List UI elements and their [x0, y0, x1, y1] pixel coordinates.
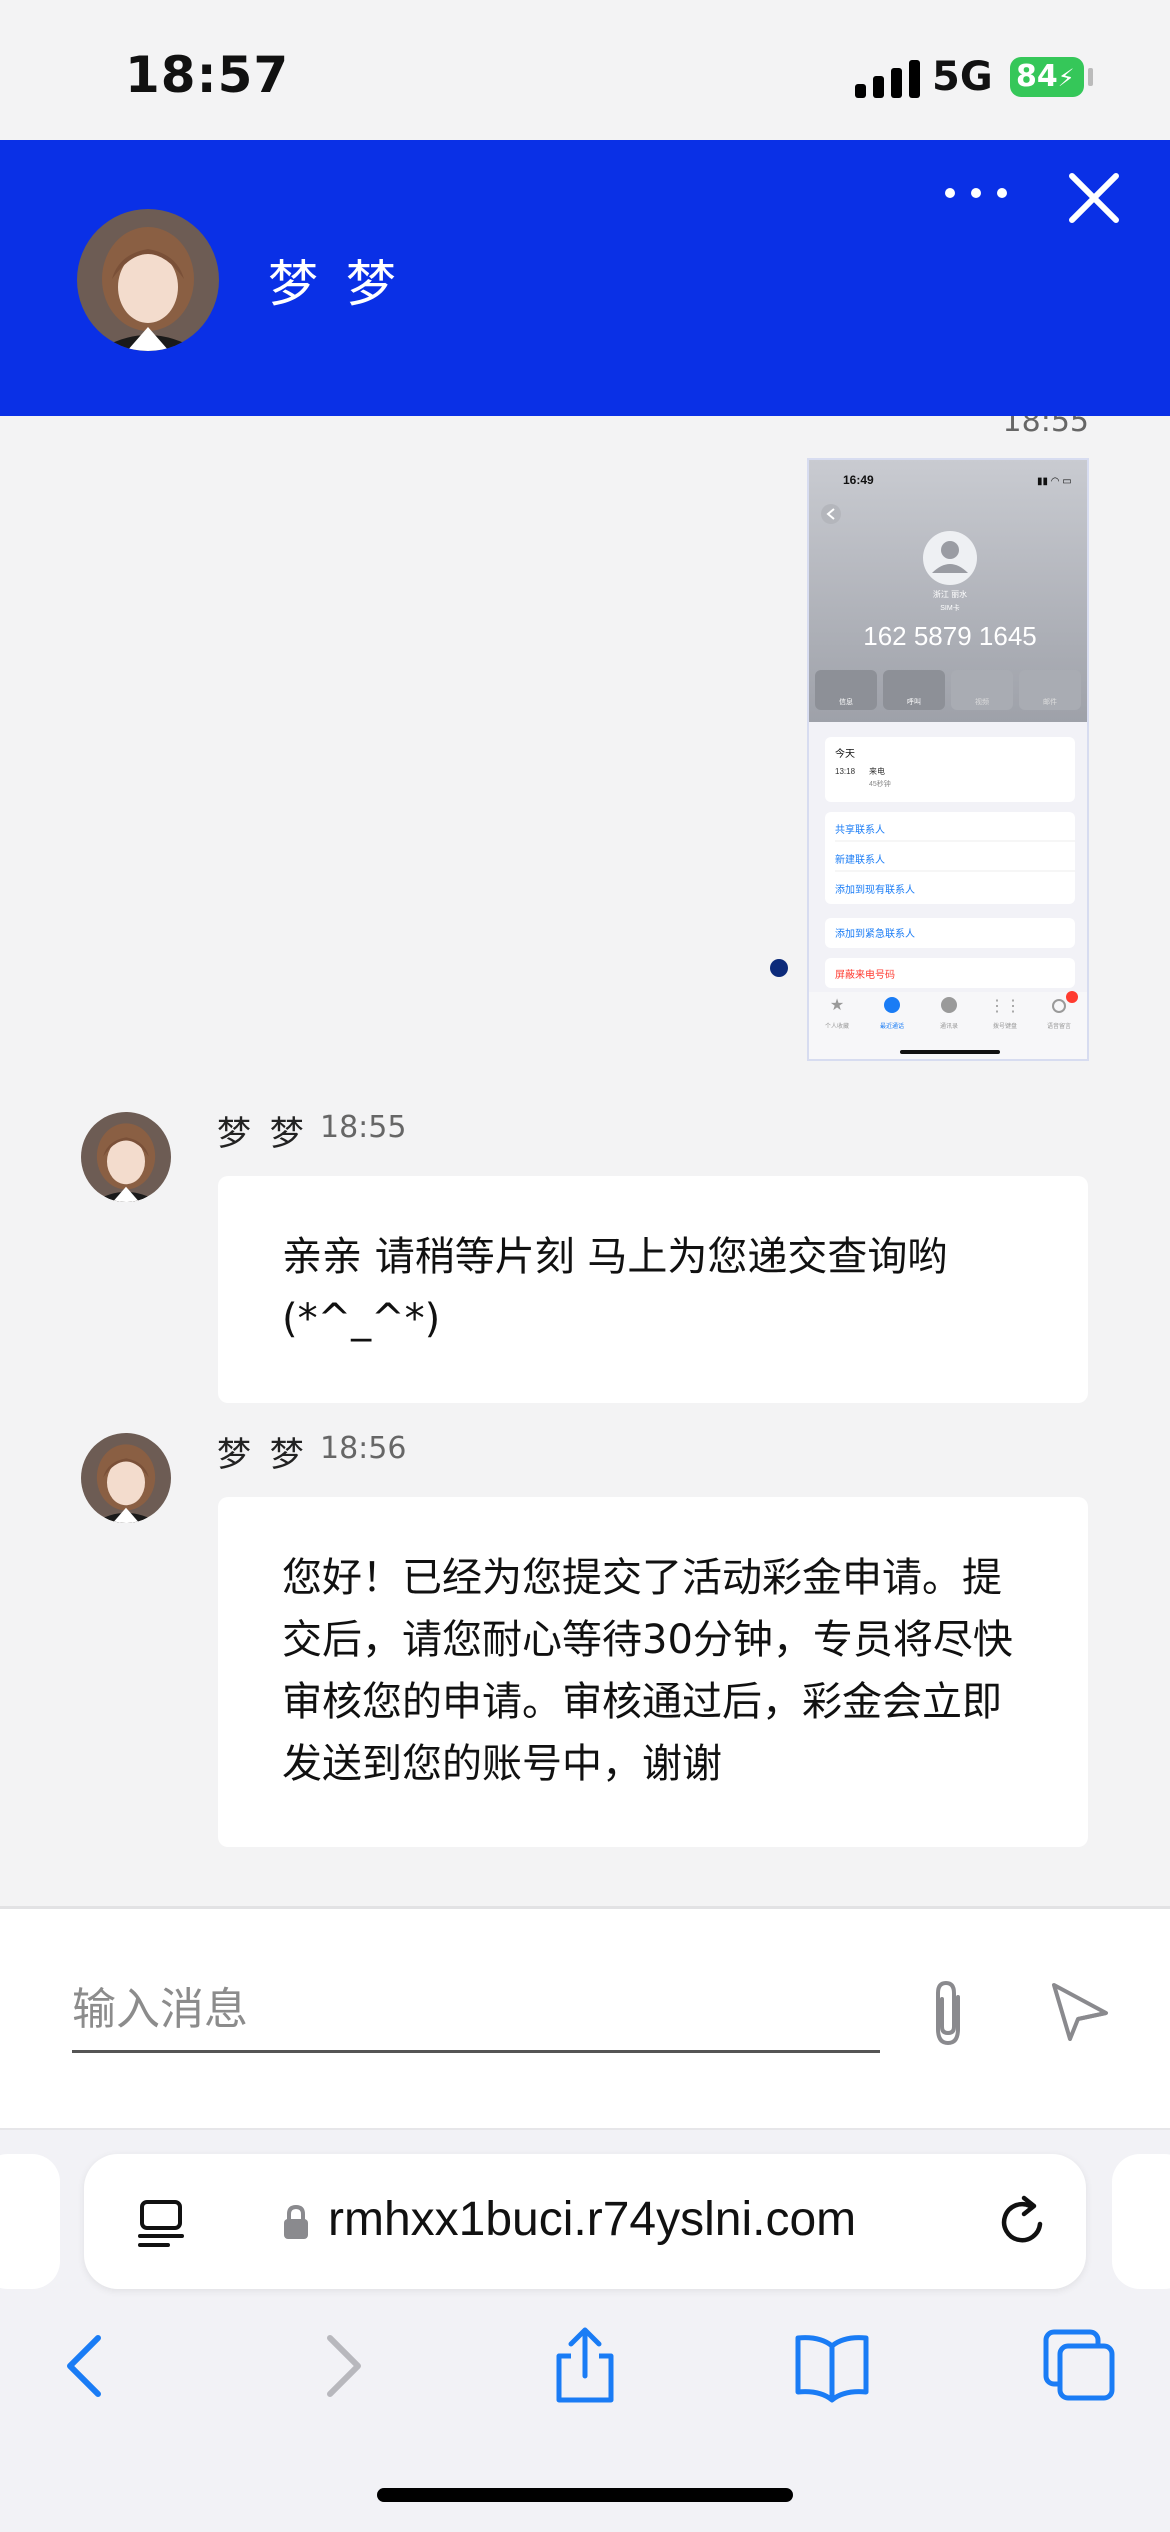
message-input[interactable]	[72, 1969, 880, 2053]
status-time: 18:57	[125, 46, 290, 104]
shot-tab: 拨号键盘	[993, 1022, 1017, 1030]
shot-emergency: 添加到紧急联系人	[835, 927, 915, 940]
sender-avatar[interactable]	[81, 1112, 171, 1202]
back-icon[interactable]	[48, 2326, 128, 2406]
shot-action: 视频	[975, 697, 989, 706]
battery-level: 84	[1016, 59, 1058, 94]
share-icon[interactable]	[545, 2326, 625, 2406]
home-indicator[interactable]	[377, 2488, 793, 2502]
message-composer	[0, 1906, 1170, 2128]
shot-block: 屏蔽来电号码	[835, 968, 895, 981]
lock-icon	[284, 2204, 308, 2239]
shot-call-time: 13:18	[835, 767, 856, 776]
shot-call-duration: 45秒钟	[869, 779, 891, 788]
reader-icon[interactable]	[136, 2198, 186, 2248]
shot-tab: 通讯录	[940, 1022, 958, 1030]
message-time: 18:55	[320, 1110, 407, 1145]
address-bar[interactable]: rmhxx1buci.r74yslni.com	[84, 2154, 1086, 2289]
previous-tab-preview[interactable]	[0, 2154, 60, 2289]
message-bubble[interactable]: 您好！已经为您提交了活动彩金申请。提交后，请您耐心等待30分钟，专员将尽快审核您…	[218, 1497, 1088, 1847]
message-time: 18:56	[320, 1431, 407, 1466]
browser-toolbar: rmhxx1buci.r74yslni.com	[0, 2128, 1170, 2532]
sender-name: 梦 梦	[217, 1114, 308, 1154]
forward-icon[interactable]	[300, 2326, 380, 2406]
shot-link: 新建联系人	[835, 853, 885, 866]
shot-link: 添加到现有联系人	[835, 883, 915, 896]
bookmarks-icon[interactable]	[792, 2326, 872, 2406]
shot-sim: SIM卡	[940, 603, 959, 612]
url-text[interactable]: rmhxx1buci.r74yslni.com	[328, 2192, 856, 2247]
message-bubble[interactable]: 亲亲 请稍等片刻 马上为您递交查询哟(*^_^*)	[218, 1176, 1088, 1403]
shot-action: 邮件	[1043, 697, 1057, 706]
message-timestamp: 18:55	[1002, 416, 1089, 439]
shot-call-type: 来电	[869, 766, 885, 776]
read-status-dot	[770, 959, 788, 977]
shot-phone: 162 5879 1645	[863, 621, 1037, 651]
more-icon[interactable]	[945, 178, 1007, 208]
reload-icon[interactable]	[994, 2194, 1050, 2250]
shot-tab: 语音留言	[1047, 1022, 1071, 1030]
battery-tip	[1088, 68, 1093, 86]
shot-link: 共享联系人	[835, 823, 885, 836]
contact-name: 梦 梦	[268, 255, 402, 313]
message-list[interactable]: 18:55 16:49 ▮▮ ◠ ▭ 浙江 丽水 SIM卡 162 5879 1…	[0, 416, 1170, 1906]
sender-name: 梦 梦	[217, 1435, 308, 1475]
close-icon[interactable]	[1066, 170, 1122, 226]
signal-icon	[855, 58, 920, 98]
network-label: 5G	[932, 54, 993, 100]
shot-status-icons: ▮▮ ◠ ▭	[1037, 476, 1072, 487]
tabs-icon[interactable]	[1040, 2326, 1120, 2406]
chat-header: 梦 梦	[0, 140, 1170, 416]
svg-text:★: ★	[830, 997, 844, 1014]
shot-time: 16:49	[843, 473, 874, 487]
shot-today: 今天	[835, 747, 855, 760]
contact-avatar[interactable]	[77, 209, 219, 351]
shot-tab: 最近通话	[880, 1022, 904, 1030]
paperclip-icon[interactable]	[920, 1977, 976, 2049]
send-icon[interactable]	[1048, 1979, 1110, 2041]
battery-icon: 84⚡	[1010, 57, 1084, 97]
sender-avatar[interactable]	[81, 1433, 171, 1523]
shot-action: 呼叫	[907, 697, 921, 706]
shot-location: 浙江 丽水	[933, 589, 967, 599]
image-message[interactable]: 16:49 ▮▮ ◠ ▭ 浙江 丽水 SIM卡 162 5879 1645 信息…	[807, 458, 1089, 1061]
svg-text:⋮⋮: ⋮⋮	[989, 998, 1021, 1015]
shot-tab: 个人收藏	[825, 1022, 849, 1030]
next-tab-preview[interactable]	[1112, 2154, 1170, 2289]
status-bar: 18:57 5G 84⚡	[0, 0, 1170, 140]
shot-action: 信息	[839, 697, 853, 706]
